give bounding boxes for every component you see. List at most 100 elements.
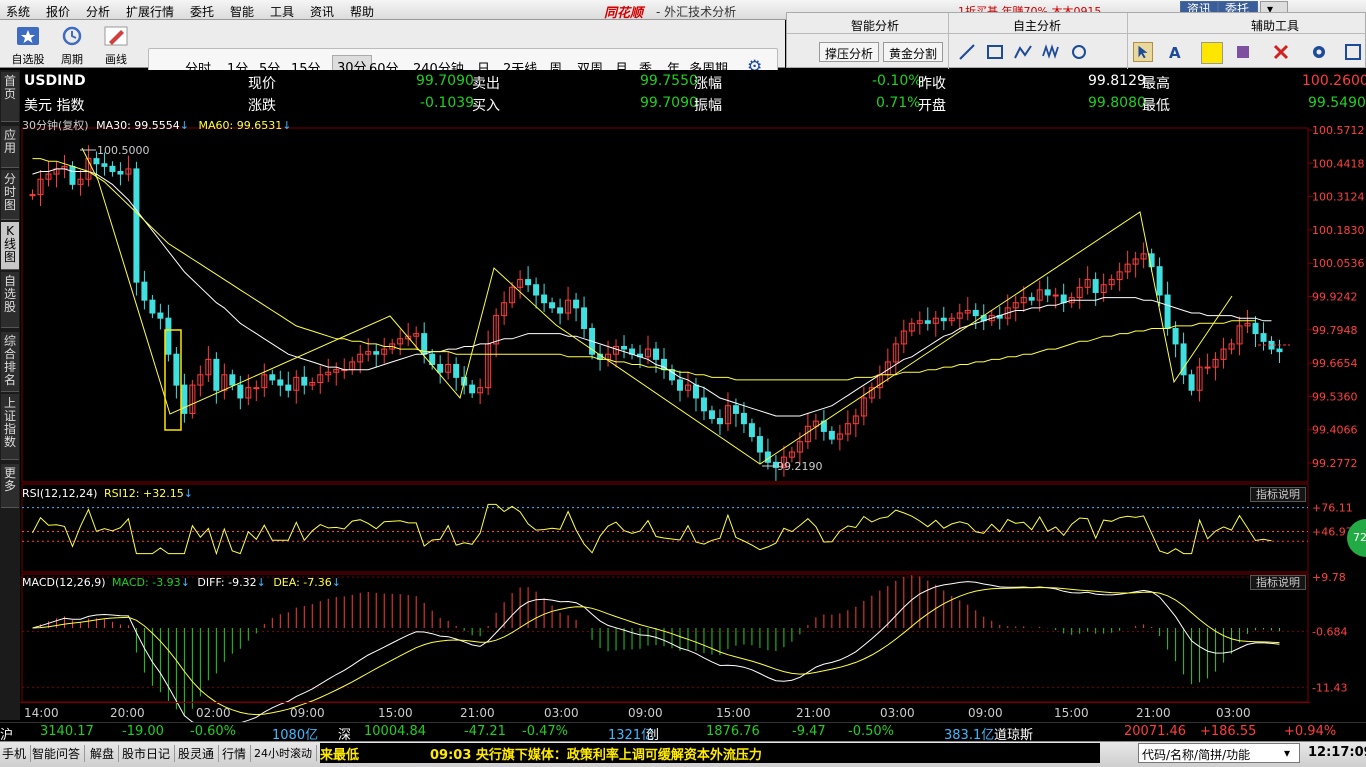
time-tick: 15:00: [1054, 706, 1089, 720]
field-label: 买入: [472, 98, 500, 114]
candle-body: [621, 345, 628, 350]
down-arrow-icon: ↓: [256, 576, 266, 589]
zigzag-line: [81, 147, 1233, 465]
down-arrow-icon: ↓: [331, 576, 341, 589]
field-label: 涨跌: [248, 98, 276, 114]
candle-body: [285, 384, 292, 391]
status-lingtong[interactable]: 股灵通: [178, 745, 220, 762]
ma30-label: MA30: 99.5554: [96, 119, 180, 132]
rsi-help-button[interactable]: 指标说明: [1250, 487, 1306, 502]
candle-body: [269, 374, 276, 381]
time-tick: 14:00: [24, 706, 59, 720]
news-headline[interactable]: 09:03 央行旗下媒体：政策利率上调可缓解资本外流压力: [426, 744, 766, 763]
dea-value: DEA: -7.36: [273, 576, 332, 589]
field-label: 开盘: [918, 98, 946, 114]
price-tick-label: 99.2772: [1312, 457, 1358, 470]
candle-body: [1028, 297, 1035, 301]
status-market[interactable]: 行情: [222, 745, 252, 762]
low-label: 99.2190: [777, 460, 823, 473]
ticker-item: -0.60%: [190, 724, 236, 739]
rsi-name: RSI(12,12,24): [22, 487, 98, 500]
status-diary[interactable]: 股市日记: [122, 745, 176, 762]
rsi-line: [32, 503, 1272, 556]
candle-body: [653, 348, 660, 360]
candle-body: [1044, 289, 1051, 296]
time-tick: 09:00: [290, 706, 325, 720]
ticker-item: 3140.17: [40, 724, 94, 739]
down-arrow-icon: ↓: [180, 576, 190, 589]
field-value: 99.7550: [640, 73, 698, 89]
time-tick: 03:00: [1216, 706, 1251, 720]
candle-body: [828, 430, 835, 440]
time-tick: 03:00: [880, 706, 915, 720]
candle-body: [117, 170, 124, 175]
rsi12-label: RSI12: +32.15: [103, 487, 184, 500]
price-tick-label: 99.4066: [1312, 424, 1358, 437]
status-review[interactable]: 解盘: [90, 745, 120, 762]
rsi-header: RSI(12,12,24) RSI12: +32.15↓: [22, 487, 193, 500]
dea-line: [32, 587, 1280, 716]
candle-body: [972, 309, 979, 317]
candle-body: [716, 418, 723, 425]
candle-body: [29, 194, 36, 197]
candle-body: [229, 374, 236, 386]
candle-body: [549, 302, 556, 309]
field-value: 99.8129: [1088, 73, 1146, 89]
candle-body: [453, 364, 460, 378]
macd-help-button[interactable]: 指标说明: [1250, 575, 1306, 590]
search-dropdown-icon[interactable]: ▾: [1284, 746, 1290, 760]
symbol-code: USDIND: [24, 73, 86, 89]
alert-text: 来最低: [320, 748, 360, 763]
ticker-item: -0.50%: [848, 724, 894, 739]
status-qa[interactable]: 智能问答: [32, 745, 86, 762]
candle-body: [165, 317, 172, 355]
rsi-tick-label: +76.11: [1312, 502, 1353, 515]
candle-body: [692, 384, 699, 399]
field-label: 现价: [248, 76, 276, 92]
price-tick-label: 99.9242: [1312, 291, 1358, 304]
candle-body: [141, 281, 148, 301]
diff-value: DIFF: -9.32: [197, 576, 257, 589]
time-tick: 15:00: [716, 706, 751, 720]
time-tick: 20:00: [110, 706, 145, 720]
candle-body: [157, 312, 164, 319]
status-mobile[interactable]: 手机: [2, 745, 32, 762]
price-tick-label: 100.0536: [1312, 257, 1365, 270]
time-axis: 14:00 20:00 02:00 09:00 15:00 21:00 03:00 09:00…: [20, 702, 1310, 720]
candle-body: [1164, 294, 1171, 329]
ticker-item: -0.47%: [522, 724, 568, 739]
price-tick-label: 100.5712: [1312, 124, 1365, 137]
down-arrow-icon: ↓: [282, 119, 292, 132]
candle-body: [437, 364, 444, 373]
candle-body: [109, 165, 116, 172]
candle-body: [237, 384, 244, 399]
field-label: 昨收: [918, 76, 946, 92]
candle-body: [277, 379, 284, 386]
candle-body: [1092, 279, 1099, 293]
candle-body: [940, 317, 947, 322]
quote-header: USDIND 美元 指数 现价 99.7090 卖出 99.7550 涨幅 -0…: [22, 70, 1366, 116]
candle-body: [581, 307, 588, 329]
price-tick-label: 99.7948: [1312, 324, 1358, 337]
price-panel: [21, 127, 1309, 483]
candle-body: [69, 165, 76, 185]
search-input[interactable]: 代码/名称/简拼/功能: [1138, 743, 1300, 763]
time-tick: 03:00: [544, 706, 579, 720]
status-rolling[interactable]: 24小时滚动: [254, 745, 317, 761]
candle-body: [101, 163, 108, 167]
candle-body: [1276, 348, 1283, 353]
candle-body: [748, 423, 755, 438]
time-tick: 15:00: [378, 706, 413, 720]
candle-body: [1172, 327, 1179, 345]
candle-body: [173, 353, 180, 386]
ticker-item: -9.47: [792, 724, 826, 739]
time-tick: 09:00: [628, 706, 663, 720]
candle-body: [149, 299, 156, 314]
high-label: 100.5000: [97, 144, 150, 157]
ma60-line: [32, 158, 1256, 381]
time-tick: 21:00: [1136, 706, 1171, 720]
time-tick: 02:00: [196, 706, 231, 720]
macd-name: MACD(12,26,9): [22, 576, 106, 589]
macd-value: MACD: -3.93: [112, 576, 181, 589]
candle-body: [525, 279, 532, 286]
